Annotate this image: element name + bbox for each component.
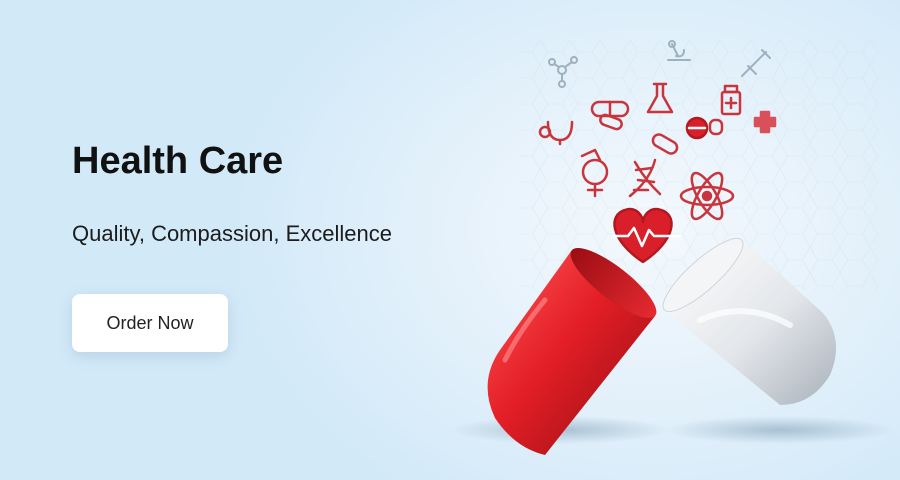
capsule-illustration [450, 40, 895, 455]
capsule-shadow [665, 416, 895, 444]
hero-banner: Health Care Quality, Compassion, Excelle… [0, 0, 900, 480]
